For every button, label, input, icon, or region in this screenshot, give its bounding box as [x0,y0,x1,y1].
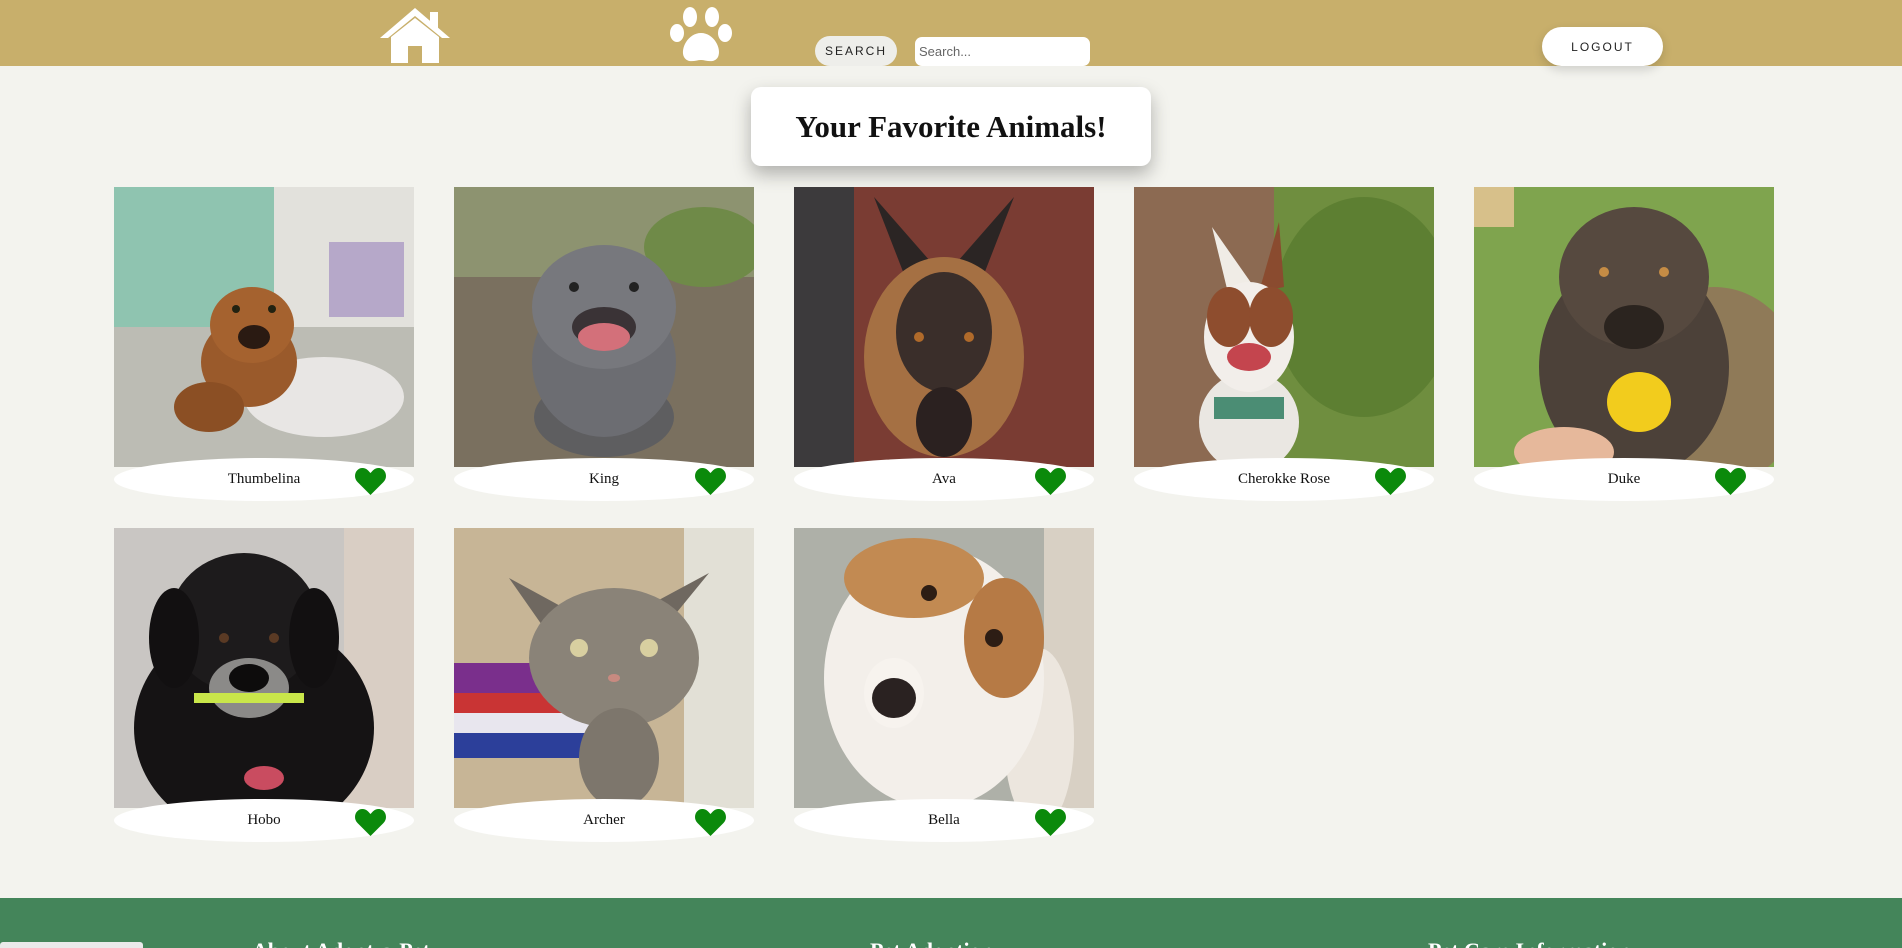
animal-photo[interactable] [1474,187,1774,467]
animal-caption: Archer [454,799,754,842]
heart-icon[interactable] [354,807,387,837]
search-button[interactable]: SEARCH [815,36,897,66]
animal-card[interactable]: King [454,187,754,501]
animal-card[interactable]: Thumbelina [114,187,414,501]
heart-icon[interactable] [694,466,727,496]
logout-button[interactable]: LOGOUT [1542,27,1663,66]
animal-name: Archer [583,812,625,828]
footer-heading-about: About Adopt-a-Pet [252,938,430,948]
animal-card[interactable]: Ava [794,187,1094,501]
animal-card[interactable]: Bella [794,528,1094,842]
animal-photo[interactable] [114,528,414,808]
animal-card[interactable]: Cherokke Rose [1134,187,1434,501]
animal-name: Cherokke Rose [1237,471,1331,487]
heart-icon[interactable] [1034,466,1067,496]
animal-photo[interactable] [794,528,1094,808]
page-title-card: Your Favorite Animals! [751,87,1151,166]
animal-grid: Thumbelina King Ava Cherokke Rose Duke H… [114,187,1776,842]
home-icon[interactable] [378,6,452,64]
footer-tab[interactable] [0,942,143,948]
animal-card[interactable]: Hobo [114,528,414,842]
animal-name: Thumbelina [227,471,301,487]
animal-caption: Duke [1474,458,1774,501]
animal-card[interactable]: Archer [454,528,754,842]
animal-caption: King [454,458,754,501]
animal-name: Bella [928,812,960,828]
animal-caption: Thumbelina [114,458,414,501]
animal-name: Hobo [247,812,281,828]
animal-card[interactable]: Duke [1474,187,1774,501]
paw-icon[interactable] [666,5,736,65]
animal-photo[interactable] [114,187,414,467]
animal-photo[interactable] [1134,187,1434,467]
heart-icon[interactable] [354,466,387,496]
heart-icon[interactable] [694,807,727,837]
animal-photo[interactable] [454,187,754,467]
heart-icon[interactable] [1714,466,1747,496]
animal-name: Ava [932,471,956,487]
animal-caption: Bella [794,799,1094,842]
animal-photo[interactable] [794,187,1094,467]
animal-caption: Hobo [114,799,414,842]
animal-caption: Ava [794,458,1094,501]
heart-icon[interactable] [1034,807,1067,837]
heart-icon[interactable] [1374,466,1407,496]
page-title: Your Favorite Animals! [795,108,1107,144]
animal-name: King [589,471,619,487]
footer-heading-care: Pet Care Information [1428,938,1630,948]
footer-heading-adoption: Pet Adoption [870,938,993,948]
animal-photo[interactable] [454,528,754,808]
search-input[interactable] [915,37,1090,66]
header-bar: SEARCH LOGOUT [0,0,1902,66]
animal-name: Duke [1607,471,1641,487]
footer: About Adopt-a-Pet Pet Adoption Pet Care … [0,898,1902,948]
animal-caption: Cherokke Rose [1134,458,1434,501]
